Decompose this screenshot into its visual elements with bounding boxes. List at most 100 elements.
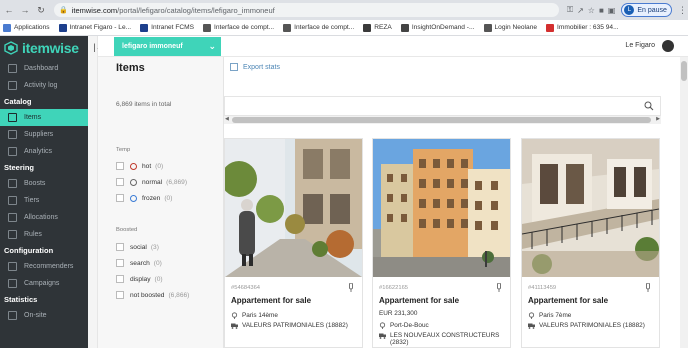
microphone-icon[interactable]: [496, 283, 502, 292]
filter-count: (6,869): [166, 178, 188, 186]
checkbox[interactable]: [116, 291, 124, 299]
sidebar-item-campaigns[interactable]: Campaigns: [0, 275, 88, 292]
bookmark-favicon-icon: [58, 23, 67, 32]
campaigns-icon: [8, 279, 17, 288]
item-card[interactable]: #41113459 Appartement for sale Paris 7èm…: [521, 138, 660, 348]
item-location-text: Port-De-Bouc: [390, 322, 429, 329]
sidebar-item-allocations[interactable]: Allocations: [0, 209, 88, 226]
sidebar-item-suppliers[interactable]: Suppliers: [0, 126, 88, 143]
search-input[interactable]: [224, 96, 661, 116]
sidebar-item-boosts[interactable]: Boosts: [0, 175, 88, 192]
bookmark-label: InsightOnDemand -...: [411, 24, 475, 31]
share-icon[interactable]: ↗: [577, 6, 584, 15]
scrollbar-thumb[interactable]: [232, 117, 651, 123]
filter-label: hot: [142, 162, 152, 170]
sidebar-item-recommenders[interactable]: Recommenders: [0, 258, 88, 275]
profile-status: En pause: [637, 6, 667, 14]
scroll-left-icon[interactable]: ◀: [225, 116, 229, 122]
bookmark-label: Immobilier : 635 94...: [557, 24, 619, 31]
sidebar-item-label: Rules: [24, 231, 42, 238]
filter-count: (0): [153, 259, 162, 267]
sidebar-item-items[interactable]: Items: [0, 109, 88, 126]
menu-dots-icon[interactable]: ⋮: [678, 5, 687, 16]
rules-icon: [8, 230, 17, 239]
logo[interactable]: itemwise: [0, 36, 88, 60]
filter-option-hot[interactable]: hot (0): [116, 162, 163, 170]
item-card[interactable]: #16622165 Appartement for sale EUR 231,3…: [372, 138, 511, 348]
forward-arrow-icon[interactable]: →: [18, 3, 32, 17]
extensions-icon[interactable]: ■: [599, 6, 604, 15]
dashboard-icon: [8, 64, 17, 73]
microphone-icon[interactable]: [645, 283, 651, 292]
thermometer-icon: [130, 178, 137, 186]
sidebar-item-analytics[interactable]: Analytics: [0, 143, 88, 160]
analytics-icon: [8, 147, 17, 156]
key-icon[interactable]: ⚿: [567, 5, 573, 15]
on-site-icon: [8, 311, 17, 320]
organization-name[interactable]: Le Figaro: [625, 42, 655, 49]
checkbox[interactable]: [116, 194, 124, 202]
checkbox[interactable]: [116, 243, 124, 251]
sidebar-item-label: Tiers: [24, 197, 40, 204]
bookmark-label: Interface de compt...: [294, 24, 355, 31]
horizontal-scrollbar[interactable]: ◀ ▶: [224, 116, 661, 124]
bookmark-item[interactable]: Applications: [3, 23, 50, 32]
item-title[interactable]: Appartement for sale: [379, 296, 459, 305]
filter-option-not-boosted[interactable]: not boosted (6,866): [116, 291, 189, 299]
search-icon[interactable]: [644, 101, 654, 111]
bookmark-favicon-icon: [140, 23, 149, 32]
checkbox[interactable]: [116, 178, 124, 186]
star-icon[interactable]: ☆: [588, 6, 595, 15]
vertical-scrollbar[interactable]: [680, 57, 688, 348]
item-id: #16622165: [379, 285, 409, 291]
sidebar-item-rules[interactable]: Rules: [0, 226, 88, 243]
sidepanel-icon[interactable]: ▣: [608, 6, 616, 15]
checkbox[interactable]: [116, 259, 124, 267]
sidebar-item-label: Analytics: [24, 148, 53, 155]
sidebar-item-on-site[interactable]: On-site: [0, 307, 88, 324]
sidebar-section-title: Statistics: [4, 295, 38, 304]
location-pin-icon: [379, 322, 386, 329]
catalog-selector[interactable]: lefigaro immoneuf ⌄: [114, 37, 221, 56]
filter-label: not boosted: [130, 291, 165, 299]
item-title[interactable]: Appartement for sale: [528, 296, 608, 305]
bookmark-favicon-icon: [3, 23, 11, 32]
sidebar-item-tiers[interactable]: Tiers: [0, 192, 88, 209]
bookmark-item[interactable]: InsightOnDemand -...: [400, 23, 475, 32]
bookmark-item[interactable]: REZA: [363, 23, 392, 32]
address-bar[interactable]: 🔒 itemwise.com/portal/lefigaro/catalog/i…: [54, 3, 559, 17]
sidebar-item-dashboard[interactable]: Dashboard: [0, 60, 88, 77]
filter-temp-title: Temp: [116, 147, 131, 153]
sidebar-collapse-strip: |←: [88, 36, 105, 348]
bookmark-item[interactable]: Interface de compt...: [203, 23, 274, 32]
filter-option-search[interactable]: search (0): [116, 259, 162, 267]
microphone-icon[interactable]: [348, 283, 354, 292]
bookmark-item[interactable]: Intranet Figaro - Le...: [58, 23, 131, 32]
filter-label: social: [130, 243, 147, 251]
checkbox[interactable]: [116, 275, 124, 283]
bookmark-item[interactable]: Intranet FCMS: [140, 23, 194, 32]
item-card[interactable]: #54684364 Appartement for sale Paris 14è…: [224, 138, 363, 348]
sidebar-item-label: Activity log: [24, 82, 58, 89]
filter-option-social[interactable]: social (3): [116, 243, 159, 251]
item-location: Port-De-Bouc: [379, 322, 429, 329]
filter-option-frozen[interactable]: frozen (0): [116, 194, 172, 202]
bookmark-item[interactable]: Login Neolane: [483, 23, 537, 32]
back-arrow-icon[interactable]: ←: [2, 3, 16, 17]
filter-option-normal[interactable]: normal (6,869): [116, 178, 187, 186]
truck-icon: [379, 333, 386, 339]
user-icon[interactable]: [662, 40, 674, 52]
checkbox[interactable]: [116, 162, 124, 170]
sidebar-section-title: Steering: [4, 163, 35, 172]
bookmark-item[interactable]: Immobilier : 635 94...: [546, 23, 619, 32]
profile-button[interactable]: L En pause: [621, 3, 672, 17]
truck-icon: [231, 323, 238, 329]
sidebar-item-activity-log[interactable]: Activity log: [0, 77, 88, 94]
reload-icon[interactable]: ↻: [34, 3, 48, 17]
export-stats-link[interactable]: Export stats: [230, 63, 280, 71]
item-title[interactable]: Appartement for sale: [231, 296, 311, 305]
filter-option-display[interactable]: display (0): [116, 275, 163, 283]
bookmark-item[interactable]: Interface de compt...: [283, 23, 355, 32]
scrollbar-thumb[interactable]: [681, 61, 687, 81]
scroll-right-icon[interactable]: ▶: [656, 116, 660, 122]
